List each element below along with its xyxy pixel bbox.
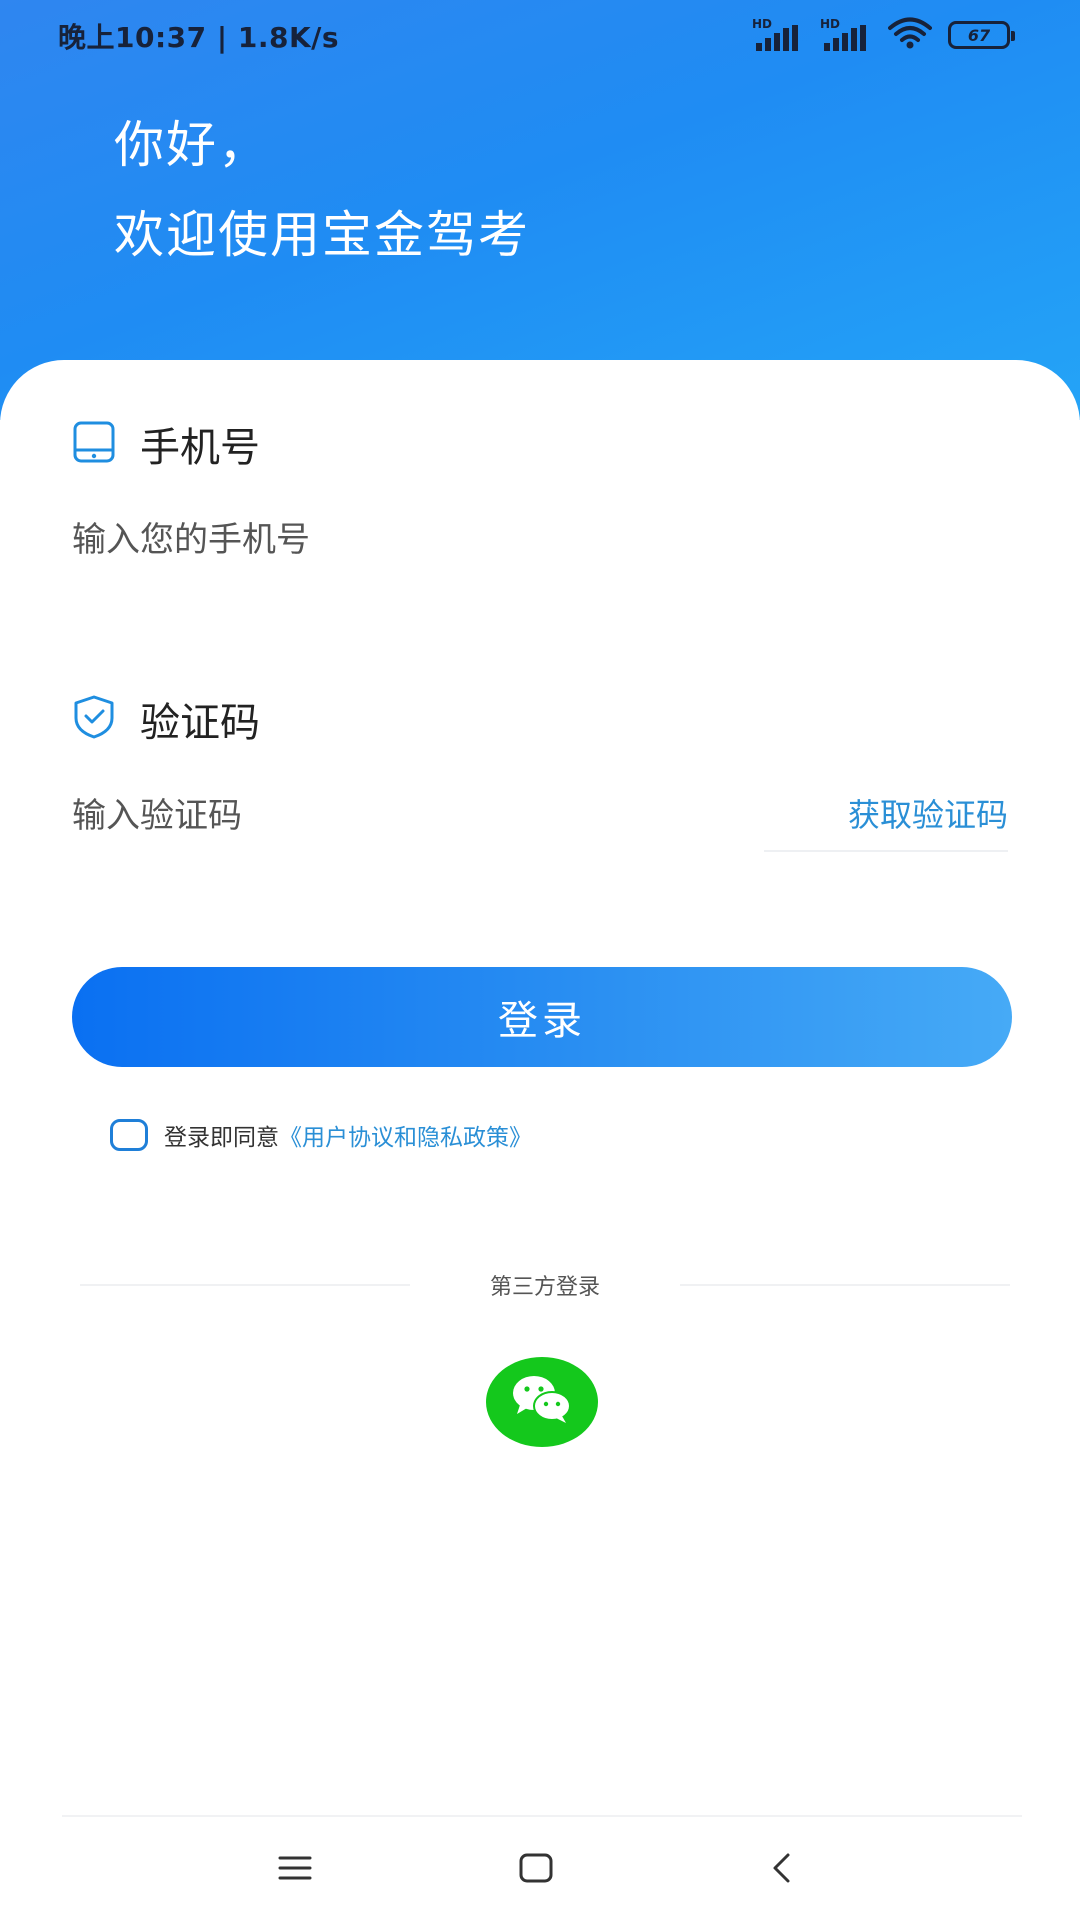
back-chevron-icon (770, 1852, 794, 1888)
login-screen: 晚上10:37 | 1.8K/s HD HD 67 你好， 欢迎使用宝金驾考 手… (0, 0, 1080, 1920)
phone-icon (72, 420, 116, 468)
menu-icon (278, 1854, 312, 1886)
signal-icon: HD (752, 17, 804, 51)
status-icons: HD HD 67 (752, 17, 1015, 53)
code-field-label: 验证码 (72, 690, 260, 748)
battery-level: 67 (967, 25, 991, 45)
menu-button[interactable] (255, 1845, 335, 1895)
agreement-row: 登录即同意 《用户协议和隐私政策》 (110, 1118, 532, 1152)
wechat-login-button[interactable] (486, 1357, 598, 1447)
agreement-link[interactable]: 《用户协议和隐私政策》 (279, 1118, 532, 1152)
greeting: 你好， 欢迎使用宝金驾考 (114, 100, 530, 280)
shield-check-icon (72, 694, 116, 744)
phone-label: 手机号 (140, 425, 260, 471)
signal-icon: HD (820, 17, 872, 51)
login-button[interactable]: 登录 (72, 967, 1012, 1067)
wechat-icon (510, 1373, 574, 1431)
agreement-text: 登录即同意 (164, 1125, 279, 1151)
status-bar: 晚上10:37 | 1.8K/s HD HD 67 (0, 0, 1080, 70)
agreement-checkbox[interactable] (110, 1119, 148, 1151)
get-code-button[interactable]: 获取验证码 (848, 790, 1008, 836)
divider-line (680, 1284, 1011, 1286)
phone-field-label: 手机号 (72, 415, 260, 473)
third-party-divider: 第三方登录 (80, 1270, 1011, 1300)
code-label: 验证码 (140, 700, 260, 746)
greeting-line-1: 你好， (114, 116, 270, 174)
third-party-label: 第三方登录 (490, 1275, 601, 1300)
battery-icon: 67 (948, 21, 1015, 49)
get-code-underline (764, 850, 1008, 852)
back-button[interactable] (742, 1845, 822, 1895)
greeting-line-2: 欢迎使用宝金驾考 (114, 206, 530, 264)
home-square-icon (519, 1853, 553, 1887)
wifi-icon (888, 17, 932, 53)
code-input[interactable] (72, 776, 732, 856)
home-button[interactable] (496, 1845, 576, 1895)
nav-divider (62, 1815, 1022, 1817)
status-time-speed: 晚上10:37 | 1.8K/s (58, 21, 340, 54)
phone-input[interactable] (72, 500, 1008, 580)
divider-line (80, 1284, 410, 1286)
